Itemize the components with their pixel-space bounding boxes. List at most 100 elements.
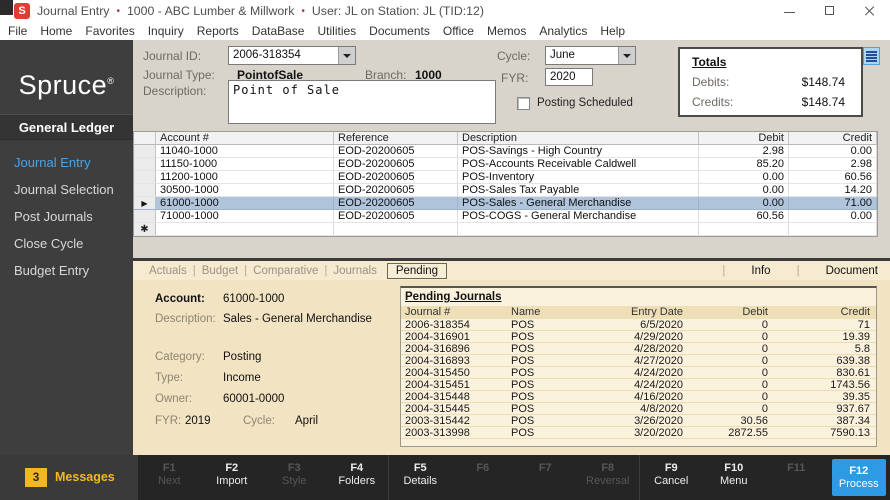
journal-new-row[interactable]: ✱	[134, 223, 877, 236]
sidebar-item-post-journals[interactable]: Post Journals	[0, 203, 133, 230]
pending-row[interactable]: 2004-315448POS 4/16/20200 39.35	[401, 391, 876, 403]
sidebar-item-journal-entry[interactable]: Journal Entry	[0, 149, 133, 176]
pending-row[interactable]: 2004-316896POS 4/28/20200 5.8	[401, 343, 876, 355]
menu-file[interactable]: File	[8, 24, 27, 38]
pending-row[interactable]: 2004-315451POS 4/24/20200 1743.56	[401, 379, 876, 391]
account-column-header[interactable]: Account #	[156, 132, 334, 145]
messages-label: Messages	[55, 470, 115, 484]
fkey-f4-folders[interactable]: F4Folders	[326, 455, 389, 500]
fkey-f7: F7	[514, 455, 577, 500]
pending-row[interactable]: 2006-318354POS 6/5/20200 71	[401, 319, 876, 331]
sidebar: Spruce® General Ledger Journal Entry Jou…	[0, 40, 133, 455]
fyr-input[interactable]: 2020	[545, 68, 593, 86]
menu-database[interactable]: DataBase	[252, 24, 305, 38]
close-button[interactable]	[850, 0, 890, 22]
journal-id-dropdown-button[interactable]	[338, 47, 355, 64]
fkey-f12-process[interactable]: F12Process	[828, 455, 890, 500]
function-keys: F1Next F2Import F3Style F4Folders F5Deta…	[138, 455, 890, 500]
info-link[interactable]: Info	[751, 265, 770, 277]
pending-journals-panel: Pending Journals Journal # Name Entry Da…	[400, 286, 877, 447]
fkey-f5-details[interactable]: F5Details	[388, 455, 452, 500]
pending-row[interactable]: 2004-316901POS 4/29/20200 19.39	[401, 331, 876, 343]
title-separator-icon: •	[116, 6, 120, 17]
journal-row[interactable]: 30500-1000 EOD-20200605 POS-Sales Tax Pa…	[134, 184, 877, 197]
trademark-symbol: ®	[107, 76, 114, 86]
minimize-button[interactable]	[770, 0, 810, 22]
journal-row[interactable]: 11150-1000 EOD-20200605 POS-Accounts Rec…	[134, 158, 877, 171]
maximize-icon	[825, 6, 834, 15]
totals-title: Totals	[692, 55, 726, 69]
fkey-f10-menu[interactable]: F10Menu	[703, 455, 766, 500]
menu-favorites[interactable]: Favorites	[85, 24, 134, 38]
tab-comparative[interactable]: Comparative	[247, 265, 324, 277]
pending-row[interactable]: 2004-315445POS 4/8/20200 937.67	[401, 403, 876, 415]
tab-journals[interactable]: Journals	[327, 265, 382, 277]
process-button[interactable]: F12Process	[832, 459, 886, 496]
messages-block[interactable]: 3 Messages	[0, 455, 138, 500]
cycle-dropdown-button[interactable]	[618, 47, 635, 64]
reference-column-header[interactable]: Reference	[334, 132, 458, 145]
debit-column-header[interactable]: Debit	[699, 132, 789, 145]
document-link[interactable]: Document	[826, 265, 878, 277]
pending-table-body: 2006-318354POS 6/5/20200 71 2004-316901P…	[401, 319, 876, 439]
maximize-button[interactable]	[810, 0, 850, 22]
menu-utilities[interactable]: Utilities	[317, 24, 356, 38]
sidebar-item-close-cycle[interactable]: Close Cycle	[0, 230, 133, 257]
pending-row[interactable]: 2004-315450POS 4/24/20200 830.61	[401, 367, 876, 379]
tab-budget[interactable]: Budget	[196, 265, 244, 277]
menu-help[interactable]: Help	[600, 24, 625, 38]
title-segment: Journal Entry	[37, 4, 109, 18]
pending-row[interactable]: 2004-316893POS 4/27/20200 639.38	[401, 355, 876, 367]
menu-inquiry[interactable]: Inquiry	[148, 24, 184, 38]
menu-office[interactable]: Office	[443, 24, 474, 38]
fkey-f1-next: F1Next	[138, 455, 201, 500]
journal-id-select[interactable]: 2006-318354	[228, 46, 356, 65]
cycle-label: Cycle:	[497, 49, 530, 63]
fkey-f11: F11	[765, 455, 828, 500]
tab-actuals[interactable]: Actuals	[143, 265, 193, 277]
window-controls	[770, 0, 890, 22]
journal-id-label: Journal ID:	[143, 49, 201, 63]
journal-row-selected[interactable]: ▶ 61000-1000 EOD-20200605 POS-Sales - Ge…	[134, 197, 877, 210]
function-key-bar: 3 Messages F1Next F2Import F3Style F4Fol…	[0, 455, 890, 500]
journal-row[interactable]: 11040-1000 EOD-20200605 POS-Savings - Hi…	[134, 145, 877, 158]
credits-label: Credits:	[692, 95, 733, 109]
app-logo-icon: S	[14, 3, 30, 19]
owner-value: 60001-0000	[223, 393, 284, 405]
list-icon[interactable]	[863, 47, 880, 65]
debits-value: $148.74	[802, 75, 845, 89]
row-pointer-icon: ▶	[141, 199, 147, 208]
detail-description-value: Sales - General Merchandise	[223, 313, 372, 325]
menu-documents[interactable]: Documents	[369, 24, 430, 38]
window-title: Journal Entry • 1000 - ABC Lumber & Mill…	[37, 0, 484, 22]
cycle-select[interactable]: June	[545, 46, 636, 65]
menu-reports[interactable]: Reports	[197, 24, 239, 38]
pending-journals-title: Pending Journals	[405, 291, 502, 303]
sidebar-nav: Journal Entry Journal Selection Post Jou…	[0, 140, 133, 284]
tab-pending[interactable]: Pending	[387, 263, 447, 279]
sidebar-item-budget-entry[interactable]: Budget Entry	[0, 257, 133, 284]
account-inquiry-panel: Actuals | Budget | Comparative | Journal…	[133, 261, 890, 455]
category-label: Category:	[155, 351, 205, 363]
sidebar-item-journal-selection[interactable]: Journal Selection	[0, 176, 133, 203]
pending-row[interactable]: 2003-313998POS 3/20/20202872.55 7590.13	[401, 427, 876, 439]
fkey-f9-cancel[interactable]: F9Cancel	[639, 455, 703, 500]
fkey-f2-import[interactable]: F2Import	[201, 455, 264, 500]
menu-analytics[interactable]: Analytics	[539, 24, 587, 38]
menu-memos[interactable]: Memos	[487, 24, 526, 38]
credit-column-header[interactable]: Credit	[789, 132, 877, 145]
journal-lines-table: Account # Reference Description Debit Cr…	[133, 131, 878, 237]
posting-scheduled-checkbox[interactable]	[517, 97, 530, 110]
row-selector-header	[134, 132, 156, 145]
journal-type-label: Journal Type:	[143, 68, 215, 82]
journal-row[interactable]: 11200-1000 EOD-20200605 POS-Inventory 0.…	[134, 171, 877, 184]
description-input[interactable]: Point of Sale	[228, 80, 496, 124]
menu-home[interactable]: Home	[40, 24, 72, 38]
account-value: 61000-1000	[223, 293, 284, 305]
fyr-label: FYR:	[501, 71, 528, 85]
detail-cycle-value: April	[295, 415, 318, 427]
spruce-logo: Spruce®	[0, 70, 133, 101]
pending-row[interactable]: 2003-315442POS 3/26/202030.56 387.34	[401, 415, 876, 427]
description-column-header[interactable]: Description	[458, 132, 699, 145]
journal-row[interactable]: 71000-1000 EOD-20200605 POS-COGS - Gener…	[134, 210, 877, 223]
